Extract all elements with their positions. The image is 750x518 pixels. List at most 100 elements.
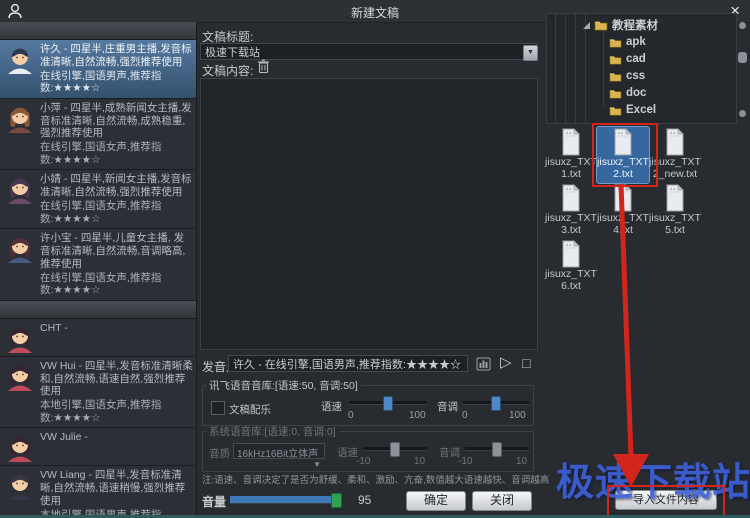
scroll-up-button[interactable] <box>739 22 746 29</box>
voice-list-item[interactable]: 小婧 - 四星半,新闻女主播,发音标准清晰,自然流畅,强烈推荐使用 在线引擎,国… <box>0 170 196 229</box>
voice-list-item[interactable]: VW Liang - 四星半,发音标准清晰,自然流畅,语速稍慢,强烈推荐使用 本… <box>0 466 196 518</box>
folder-icon <box>594 19 608 31</box>
file-item[interactable]: jisuxz_TXT 3.txt <box>545 183 597 239</box>
slider-handle[interactable] <box>383 396 393 411</box>
voice-section-header <box>0 301 196 319</box>
ok-button[interactable]: 确定 <box>406 491 466 511</box>
tree-scrollbar[interactable] <box>736 18 749 122</box>
voice-rating: 本地引擎,国语女声,推荐指数:★★★★☆ <box>40 399 193 424</box>
tree-item-label: doc <box>626 87 646 99</box>
slider-handle[interactable] <box>390 442 400 457</box>
note-text: 注:语速、音调决定了是否为舒缓、柔和、激励、亢奋,数值越大语速越快、音调越高 <box>202 472 549 486</box>
system-speed-slider[interactable] <box>363 441 427 455</box>
avatar <box>5 44 35 74</box>
avatar <box>5 432 35 462</box>
file-name: jisuxz_TXT <box>545 156 597 168</box>
folder-icon <box>609 54 622 65</box>
play-icon[interactable]: ▷ <box>500 356 512 370</box>
system-pitch-label: 音调 <box>439 445 460 460</box>
xunfei-pitch-slider[interactable] <box>463 395 529 409</box>
tree-item-folder[interactable]: cad <box>609 51 646 67</box>
document-content-area[interactable] <box>200 78 538 350</box>
tree-item-folder[interactable]: css <box>609 68 645 84</box>
folder-icon <box>609 105 622 116</box>
voice-description: CHT - <box>40 322 193 335</box>
xunfei-pitch-max: 100 <box>509 410 526 421</box>
waveform-chart-icon[interactable] <box>476 357 491 371</box>
xunfei-group-header: 讯飞语音音库:[语速:50, 音调:50] <box>206 378 361 393</box>
expander-icon[interactable] <box>583 22 590 29</box>
voice-list-item[interactable]: CHT - <box>0 319 196 357</box>
document-title-input[interactable] <box>200 43 537 60</box>
tree-item-root[interactable]: 教程素材 <box>583 17 658 33</box>
bgm-checkbox-label: 文稿配乐 <box>229 402 271 417</box>
annotation-box-button <box>607 485 725 517</box>
slider-handle[interactable] <box>331 493 342 508</box>
txt-file-icon <box>611 184 635 212</box>
voice-list: 许久 - 四星半,庄重男主播,发音标准清晰,自然流畅,强烈推荐使用 在线引擎,国… <box>0 22 197 518</box>
voice-rating: 本地引擎,国语男声,推荐指数:★★★★☆ <box>40 509 193 518</box>
voice-list-item[interactable]: 许小宝 - 四星半,儿童女主播, 发音标准清晰,自然流畅,音调略高,推荐使用 在… <box>0 229 196 301</box>
voice-description: 许小宝 - 四星半,儿童女主播, 发音标准清晰,自然流畅,音调略高,推荐使用 <box>40 232 193 270</box>
voice-rating: 在线引擎,国语女声,推荐指数:★★★★☆ <box>40 272 193 297</box>
file-ext: 6.txt <box>561 280 581 292</box>
voice-list-item[interactable]: VW Hui - 四星半,发音标准清晰柔和,自然流畅,语速自然,强烈推荐使用 本… <box>0 357 196 429</box>
txt-file-icon <box>663 184 687 212</box>
cancel-button[interactable]: 关闭 <box>472 491 532 511</box>
system-pitch-min: -10 <box>458 456 472 467</box>
xunfei-speed-max: 100 <box>409 410 426 421</box>
voice-description: VW Liang - 四星半,发音标准清晰,自然流畅,语速稍慢,强烈推荐使用 <box>40 469 193 507</box>
xunfei-voice-group: 讯飞语音音库:[语速:50, 音调:50] 文稿配乐 语速 0 100 音调 0… <box>202 378 534 426</box>
title-dropdown-button[interactable]: ▼ <box>523 45 538 61</box>
volume-slider[interactable] <box>230 492 342 506</box>
folder-icon <box>609 88 622 99</box>
stop-icon[interactable]: □ <box>522 356 530 370</box>
folder-tree: 教程素材 apk cad css doc Excel <box>546 13 737 124</box>
document-panel: 文稿标题: ▼ 文稿内容: 发音人 ▷ □ 讯飞语音音库:[语速:50, 音调:… <box>200 22 538 518</box>
voice-description: 许久 - 四星半,庄重男主播,发音标准清晰,自然流畅,强烈推荐使用 <box>40 43 193 69</box>
xunfei-speed-slider[interactable] <box>349 395 427 409</box>
xunfei-pitch-min: 0 <box>462 410 468 421</box>
tree-guide-line <box>555 14 556 123</box>
slider-handle[interactable] <box>491 396 501 411</box>
tree-item-folder[interactable]: doc <box>609 85 646 101</box>
voice-rating: 在线引擎,国语女声,推荐指数:★★★★☆ <box>40 141 193 166</box>
dropdown-arrow-icon: ▼ <box>313 460 321 469</box>
scrollbar-thumb[interactable] <box>738 52 747 63</box>
file-item[interactable]: jisuxz_TXT 6.txt <box>545 239 597 295</box>
voice-description: 小萍 - 四星半,成熟新闻女主播,发音标准清晰,自然流畅,成熟稳重,强烈推荐使用 <box>40 102 193 140</box>
quality-dropdown[interactable]: 16kHz16Bit立体声▼ <box>233 443 325 459</box>
file-item[interactable]: jisuxz_TXT 1.txt <box>545 127 597 183</box>
tree-guide-line <box>575 14 576 123</box>
quality-label: 音质 <box>209 446 230 461</box>
voice-rating: 在线引擎,国语女声,推荐指数:★★★★☆ <box>40 200 193 225</box>
voice-rating: 在线引擎,国语男声,推荐指数:★★★★☆ <box>40 70 193 95</box>
voice-list-item[interactable]: 许久 - 四星半,庄重男主播,发音标准清晰,自然流畅,强烈推荐使用 在线引擎,国… <box>0 40 196 99</box>
system-speed-max: 10 <box>414 456 425 467</box>
speaker-input[interactable] <box>228 355 468 372</box>
voice-list-item[interactable]: 小萍 - 四星半,成熟新闻女主播,发音标准清晰,自然流畅,成熟稳重,强烈推荐使用… <box>0 99 196 171</box>
system-voice-group: 系统语音库:[语速:0, 音调:0] 音质 16kHz16Bit立体声▼ 语速 … <box>202 424 534 472</box>
tree-item-folder[interactable]: Excel <box>609 102 656 118</box>
slider-handle[interactable] <box>492 442 502 457</box>
clear-content-icon[interactable] <box>257 59 270 74</box>
system-speed-min: -10 <box>356 456 370 467</box>
bgm-checkbox[interactable] <box>211 401 225 415</box>
voice-description: 小婧 - 四星半,新闻女主播,发音标准清晰,自然流畅,强烈推荐使用 <box>40 173 193 199</box>
quality-value: 16kHz16Bit立体声 <box>237 449 318 460</box>
file-item[interactable]: jisuxz_TXT 5.txt <box>649 183 701 239</box>
txt-file-icon <box>663 128 687 156</box>
system-pitch-max: 10 <box>516 456 527 467</box>
scroll-down-button[interactable] <box>739 110 746 117</box>
file-ext: 1.txt <box>561 168 581 180</box>
tree-item-label: apk <box>626 36 646 48</box>
txt-file-icon <box>559 240 583 268</box>
volume-label: 音量 <box>202 493 226 510</box>
file-ext: 2_new.txt <box>653 168 697 180</box>
voice-description: VW Julie - <box>40 431 193 444</box>
tree-item-folder[interactable]: apk <box>609 34 646 50</box>
voice-list-item[interactable]: VW Julie - <box>0 428 196 466</box>
system-pitch-slider[interactable] <box>465 441 529 455</box>
system-speed-label: 语速 <box>337 445 358 460</box>
file-item[interactable]: jisuxz_TXT 4.txt <box>597 183 649 239</box>
